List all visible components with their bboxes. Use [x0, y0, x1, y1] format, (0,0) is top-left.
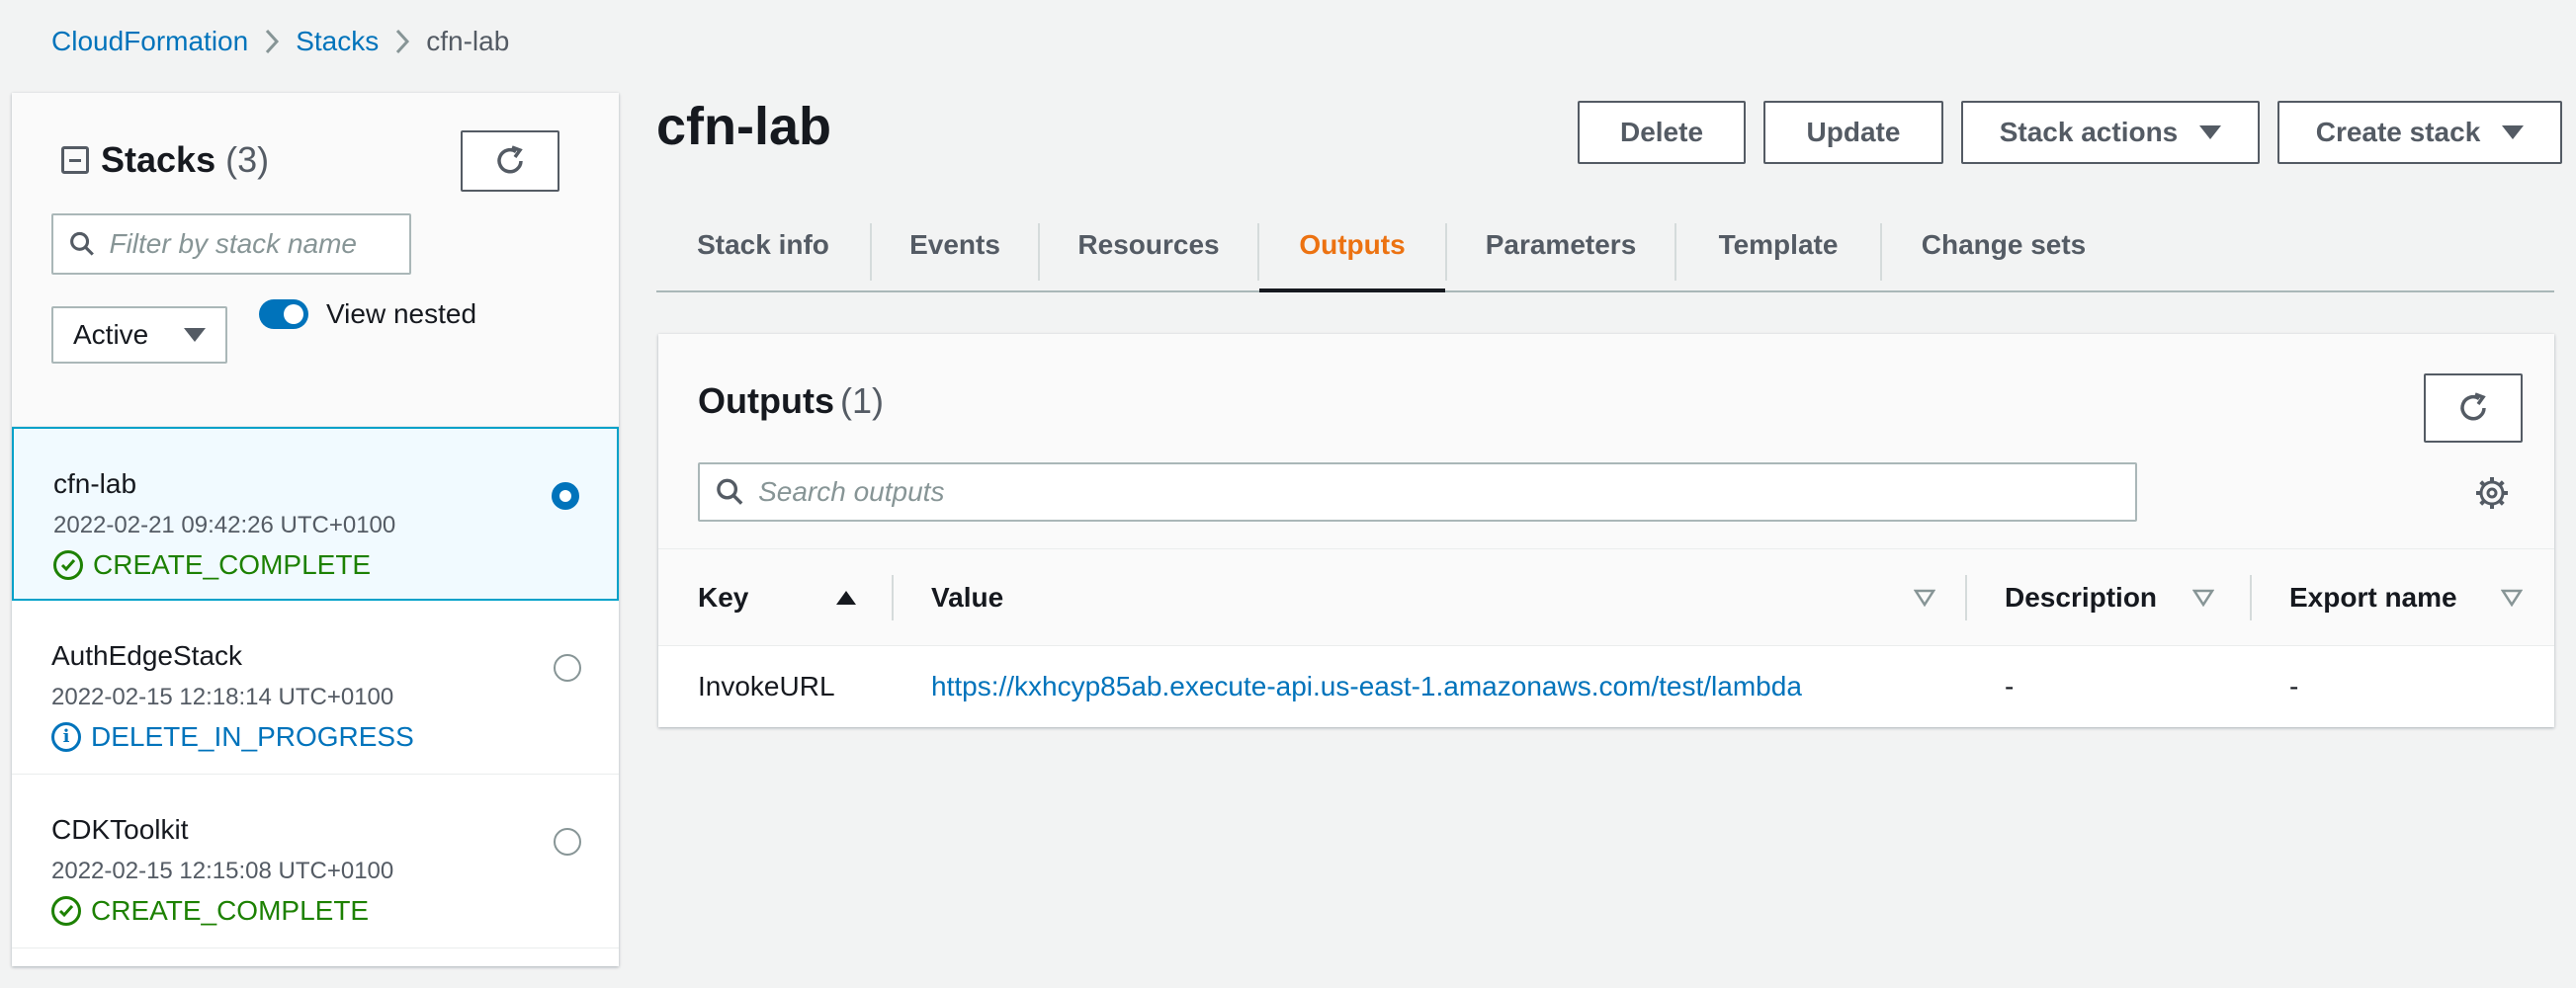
- info-circle-icon: i: [51, 722, 81, 752]
- caret-down-icon: [2199, 125, 2222, 139]
- stack-tabs: Stack info Events Resources Outputs Para…: [656, 200, 2554, 292]
- column-export-name-label: Export name: [2289, 582, 2457, 613]
- column-export-name-header[interactable]: Export name: [2289, 549, 2523, 646]
- stack-status: i DELETE_IN_PROGRESS: [51, 719, 619, 755]
- stacks-count: (3): [225, 139, 270, 180]
- search-icon: [717, 478, 743, 505]
- filter-stacks-input[interactable]: [109, 228, 409, 260]
- view-nested-toggle[interactable]: [259, 299, 308, 329]
- stack-name: AuthEdgeStack: [51, 640, 243, 671]
- sort-icon: [1914, 589, 1935, 607]
- column-description-label: Description: [2005, 582, 2158, 613]
- output-description: -: [2005, 671, 2015, 701]
- update-button-label: Update: [1806, 117, 1901, 147]
- stack-list: cfn-lab 2022-02-21 09:42:26 UTC+0100 CRE…: [12, 427, 619, 948]
- breadcrumb-cloudformation-link[interactable]: CloudFormation: [51, 26, 248, 57]
- tab-parameters[interactable]: Parameters: [1447, 200, 1674, 290]
- stack-status-text: DELETE_IN_PROGRESS: [91, 721, 414, 752]
- view-nested-label: View nested: [326, 298, 477, 329]
- caret-down-icon: [184, 328, 206, 342]
- update-button[interactable]: Update: [1763, 101, 1943, 164]
- tab-outputs[interactable]: Outputs: [1259, 200, 1445, 292]
- view-nested-toggle-wrap: View nested: [259, 298, 476, 330]
- stacks-panel: Stacks (3) Active View nested 1 cfn-lab …: [12, 93, 619, 966]
- stack-item-cdktoolkit[interactable]: CDKToolkit 2022-02-15 12:15:08 UTC+0100 …: [12, 775, 619, 948]
- stacks-panel-header: Stacks (3) Active View nested: [12, 93, 619, 427]
- search-icon: [70, 231, 94, 256]
- stacks-title-text: Stacks: [101, 139, 216, 180]
- status-filter-select[interactable]: Active: [51, 306, 227, 364]
- column-value-header[interactable]: Value: [931, 549, 1935, 646]
- output-value-link[interactable]: https://kxhcyp85ab.execute-api.us-east-1…: [931, 646, 1802, 727]
- refresh-stacks-button[interactable]: [461, 130, 559, 192]
- stack-actions-button[interactable]: Stack actions: [1961, 101, 2260, 164]
- column-value-label: Value: [931, 582, 1004, 613]
- column-divider: [1965, 575, 1967, 620]
- stack-status: CREATE_COMPLETE: [53, 547, 617, 583]
- stack-radio[interactable]: [554, 828, 581, 856]
- tab-resources[interactable]: Resources: [1040, 200, 1257, 290]
- outputs-title-text: Outputs: [698, 380, 834, 421]
- outputs-header: Outputs (1): [658, 334, 2554, 549]
- breadcrumb-stacks-link[interactable]: Stacks: [296, 26, 379, 57]
- filter-stacks-input-wrap: [51, 213, 411, 275]
- breadcrumb: CloudFormation Stacks cfn-lab: [51, 22, 509, 61]
- stack-date: 2022-02-21 09:42:26 UTC+0100: [53, 512, 396, 538]
- refresh-icon: [2460, 392, 2486, 421]
- column-divider: [892, 575, 894, 620]
- tab-events[interactable]: Events: [872, 200, 1038, 290]
- create-stack-button[interactable]: Create stack: [2277, 101, 2562, 164]
- stack-item-cfn-lab[interactable]: cfn-lab 2022-02-21 09:42:26 UTC+0100 CRE…: [12, 427, 619, 601]
- tab-template[interactable]: Template: [1676, 200, 1880, 290]
- column-key-label: Key: [698, 582, 749, 613]
- stack-status-text: CREATE_COMPLETE: [93, 549, 372, 580]
- create-stack-label: Create stack: [2315, 117, 2481, 147]
- check-circle-icon: [51, 896, 81, 926]
- sort-icon: [2501, 589, 2523, 607]
- delete-button[interactable]: Delete: [1578, 101, 1746, 164]
- gear-icon[interactable]: [2475, 476, 2509, 510]
- stack-radio-selected[interactable]: [552, 482, 579, 510]
- output-key: InvokeURL: [698, 671, 835, 701]
- stacks-title: Stacks (3): [61, 136, 269, 184]
- stack-name: cfn-lab: [53, 468, 137, 499]
- stack-radio[interactable]: [554, 654, 581, 682]
- stack-status: CREATE_COMPLETE: [51, 893, 619, 929]
- outputs-panel: Outputs(1) Key Value Des: [658, 334, 2554, 727]
- column-key-header[interactable]: Key: [698, 549, 856, 646]
- stack-status-text: CREATE_COMPLETE: [91, 895, 370, 926]
- output-export-name: -: [2289, 671, 2299, 701]
- sort-ascending-icon: [836, 591, 856, 605]
- chevron-right-icon: [248, 22, 296, 61]
- check-circle-icon: [53, 550, 83, 580]
- collapse-panel-icon[interactable]: [61, 146, 89, 174]
- delete-button-label: Delete: [1619, 117, 1704, 147]
- tab-stack-info[interactable]: Stack info: [656, 200, 870, 290]
- stack-item-authedgestack[interactable]: AuthEdgeStack 2022-02-15 12:18:14 UTC+01…: [12, 601, 619, 775]
- chevron-right-icon: [379, 22, 426, 61]
- outputs-table-header: Key Value Description Export name: [658, 549, 2554, 646]
- outputs-count: (1): [839, 380, 884, 421]
- sort-icon: [2192, 589, 2214, 607]
- breadcrumb-current: cfn-lab: [426, 26, 510, 56]
- column-description-header[interactable]: Description: [2005, 549, 2214, 646]
- refresh-outputs-button[interactable]: [2424, 373, 2523, 443]
- stack-date: 2022-02-15 12:15:08 UTC+0100: [51, 858, 394, 884]
- outputs-title: Outputs (1): [698, 379, 884, 423]
- search-outputs-input[interactable]: [758, 476, 2135, 508]
- search-outputs-wrap: [698, 462, 2137, 522]
- caret-down-icon: [2502, 125, 2525, 139]
- stack-actions-label: Stack actions: [1999, 117, 2179, 147]
- status-filter-value: Active: [73, 319, 149, 350]
- page-title: cfn-lab: [656, 97, 832, 156]
- table-row: InvokeURL https://kxhcyp85ab.execute-api…: [658, 646, 2554, 727]
- stack-name: CDKToolkit: [51, 814, 189, 845]
- stack-date: 2022-02-15 12:18:14 UTC+0100: [51, 684, 394, 710]
- tab-change-sets[interactable]: Change sets: [1882, 200, 2125, 290]
- column-divider: [2250, 575, 2252, 620]
- refresh-icon: [497, 145, 523, 174]
